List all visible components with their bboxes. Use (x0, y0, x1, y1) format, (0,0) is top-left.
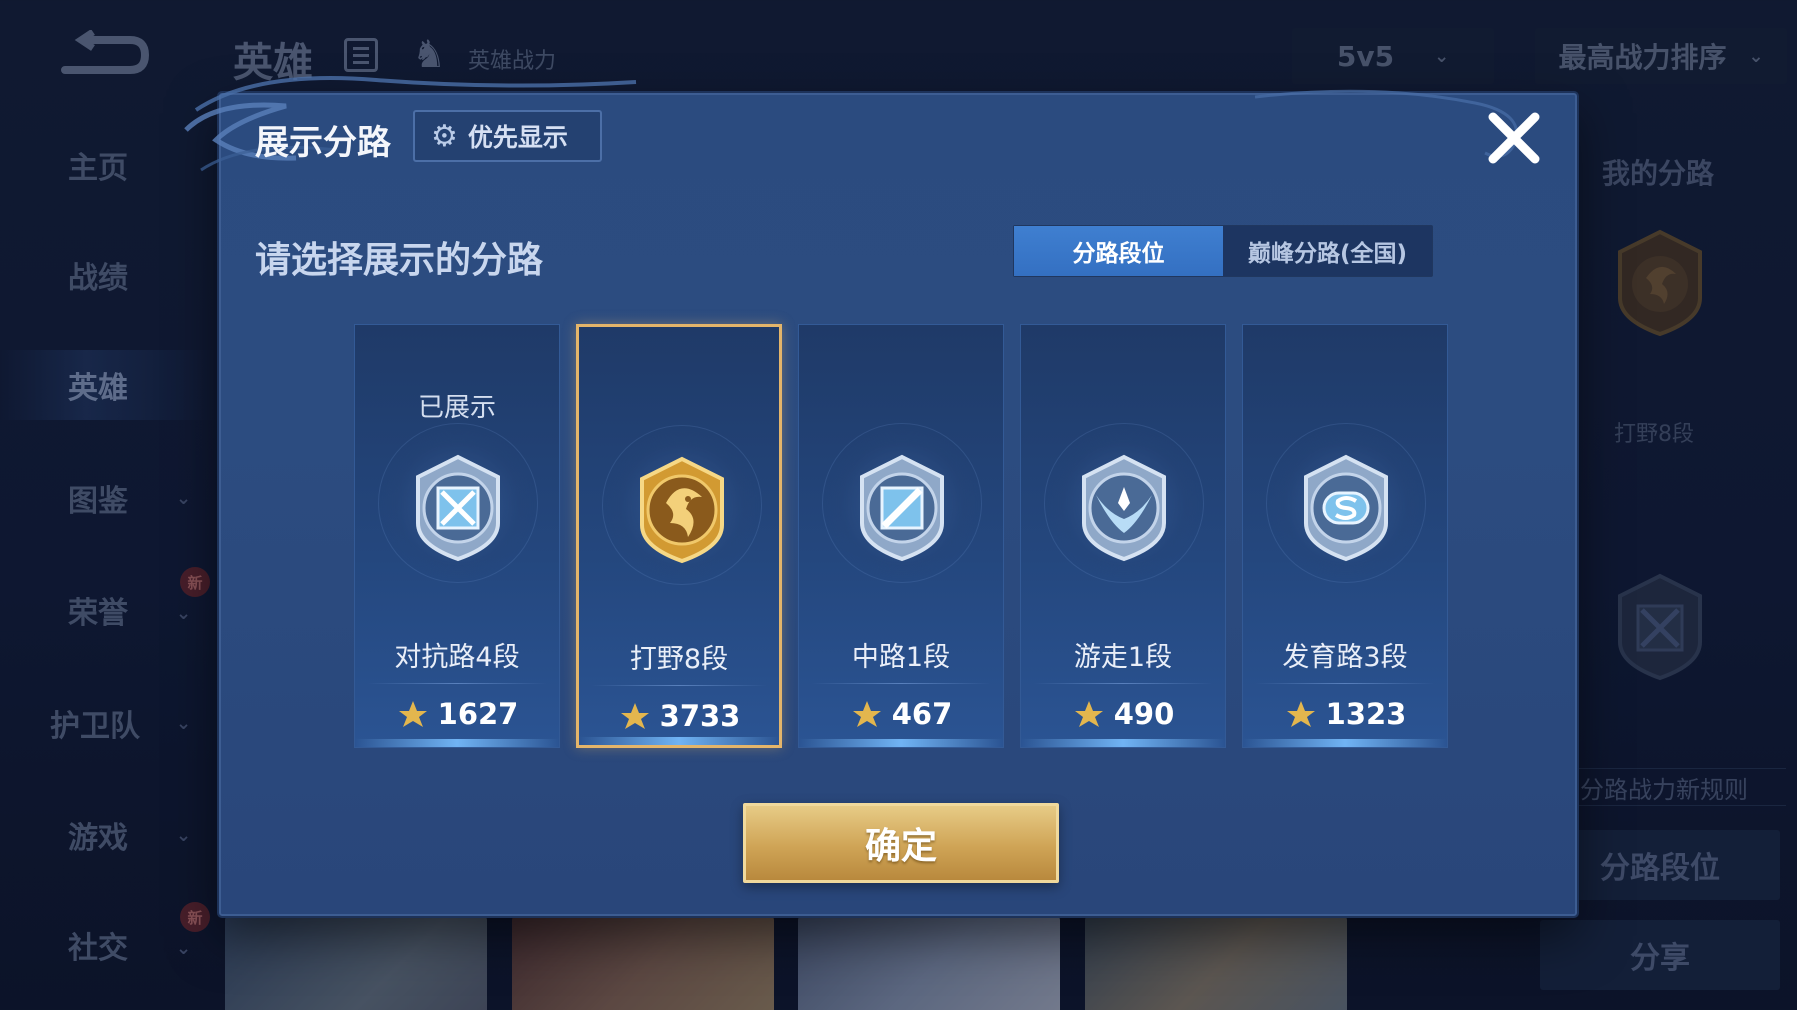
tab-bar: 分路段位 巅峰分路(全国) (1013, 225, 1433, 277)
power-icon (398, 701, 427, 727)
tab-peak-lane-national[interactable]: 巅峰分路(全国) (1223, 226, 1432, 276)
mid-lane-emblem-icon (860, 454, 944, 562)
lane-power-value: 1323 (1325, 697, 1407, 731)
lane-card-list: 已展示 对抗路4段 1627 打野8段 3733 中路1段 467 游走1段 4… (354, 324, 1454, 748)
card-glow (1021, 739, 1225, 747)
confirm-button[interactable]: 确定 (743, 803, 1059, 883)
lane-name: 游走1段 (1073, 642, 1173, 673)
card-divider (591, 685, 767, 686)
power-icon (1286, 701, 1315, 727)
close-icon[interactable] (1481, 105, 1547, 171)
tab-lane-rank[interactable]: 分路段位 (1014, 226, 1223, 276)
lane-name: 打野8段 (629, 644, 729, 675)
lane-card-roam[interactable]: 游走1段 490 (1020, 324, 1226, 748)
lane-card-mid[interactable]: 中路1段 467 (798, 324, 1004, 748)
roam-emblem-icon (1082, 454, 1166, 562)
lane-card-jungle[interactable]: 打野8段 3733 (576, 324, 782, 748)
lane-power: 467 (799, 697, 1003, 731)
lane-power-value: 3733 (659, 699, 741, 733)
lane-card-farm[interactable]: 发育路3段 1323 (1242, 324, 1448, 748)
lane-power: 490 (1021, 697, 1225, 731)
clash-lane-emblem-icon (416, 454, 500, 562)
lane-name: 发育路3段 (1282, 642, 1408, 673)
card-divider (367, 683, 547, 684)
gear-icon: ⚙ (431, 118, 458, 154)
lane-power-value: 1627 (437, 697, 519, 731)
dialog-subtitle: 请选择展示的分路 (255, 240, 544, 281)
shown-label: 已展示 (417, 393, 496, 423)
lane-power-value: 467 (891, 697, 953, 731)
power-icon (1074, 701, 1103, 727)
lane-power-value: 490 (1113, 697, 1175, 731)
lane-power: 1627 (355, 697, 559, 731)
farm-lane-emblem-icon (1304, 454, 1388, 562)
lane-name: 对抗路4段 (394, 642, 520, 673)
card-divider (1255, 683, 1435, 684)
power-icon (852, 701, 881, 727)
card-divider (1033, 683, 1213, 684)
card-glow (1243, 739, 1447, 747)
card-divider (811, 683, 991, 684)
lane-card-clash[interactable]: 已展示 对抗路4段 1627 (354, 324, 560, 748)
lane-display-dialog: 展示分路 ⚙ 优先显示 请选择展示的分路 分路段位 巅峰分路(全国) 已展示 对… (184, 76, 1577, 916)
priority-display-button[interactable]: ⚙ 优先显示 (413, 110, 602, 162)
lane-power: 1323 (1243, 697, 1447, 731)
card-glow (799, 739, 1003, 747)
dialog-title: 展示分路 (255, 123, 391, 163)
jungle-emblem-icon (640, 456, 724, 564)
lane-name: 中路1段 (851, 642, 951, 673)
card-glow (355, 739, 559, 747)
priority-display-label: 优先显示 (467, 123, 568, 152)
lane-power: 3733 (579, 699, 779, 733)
card-glow (579, 737, 779, 745)
power-icon (620, 703, 649, 729)
